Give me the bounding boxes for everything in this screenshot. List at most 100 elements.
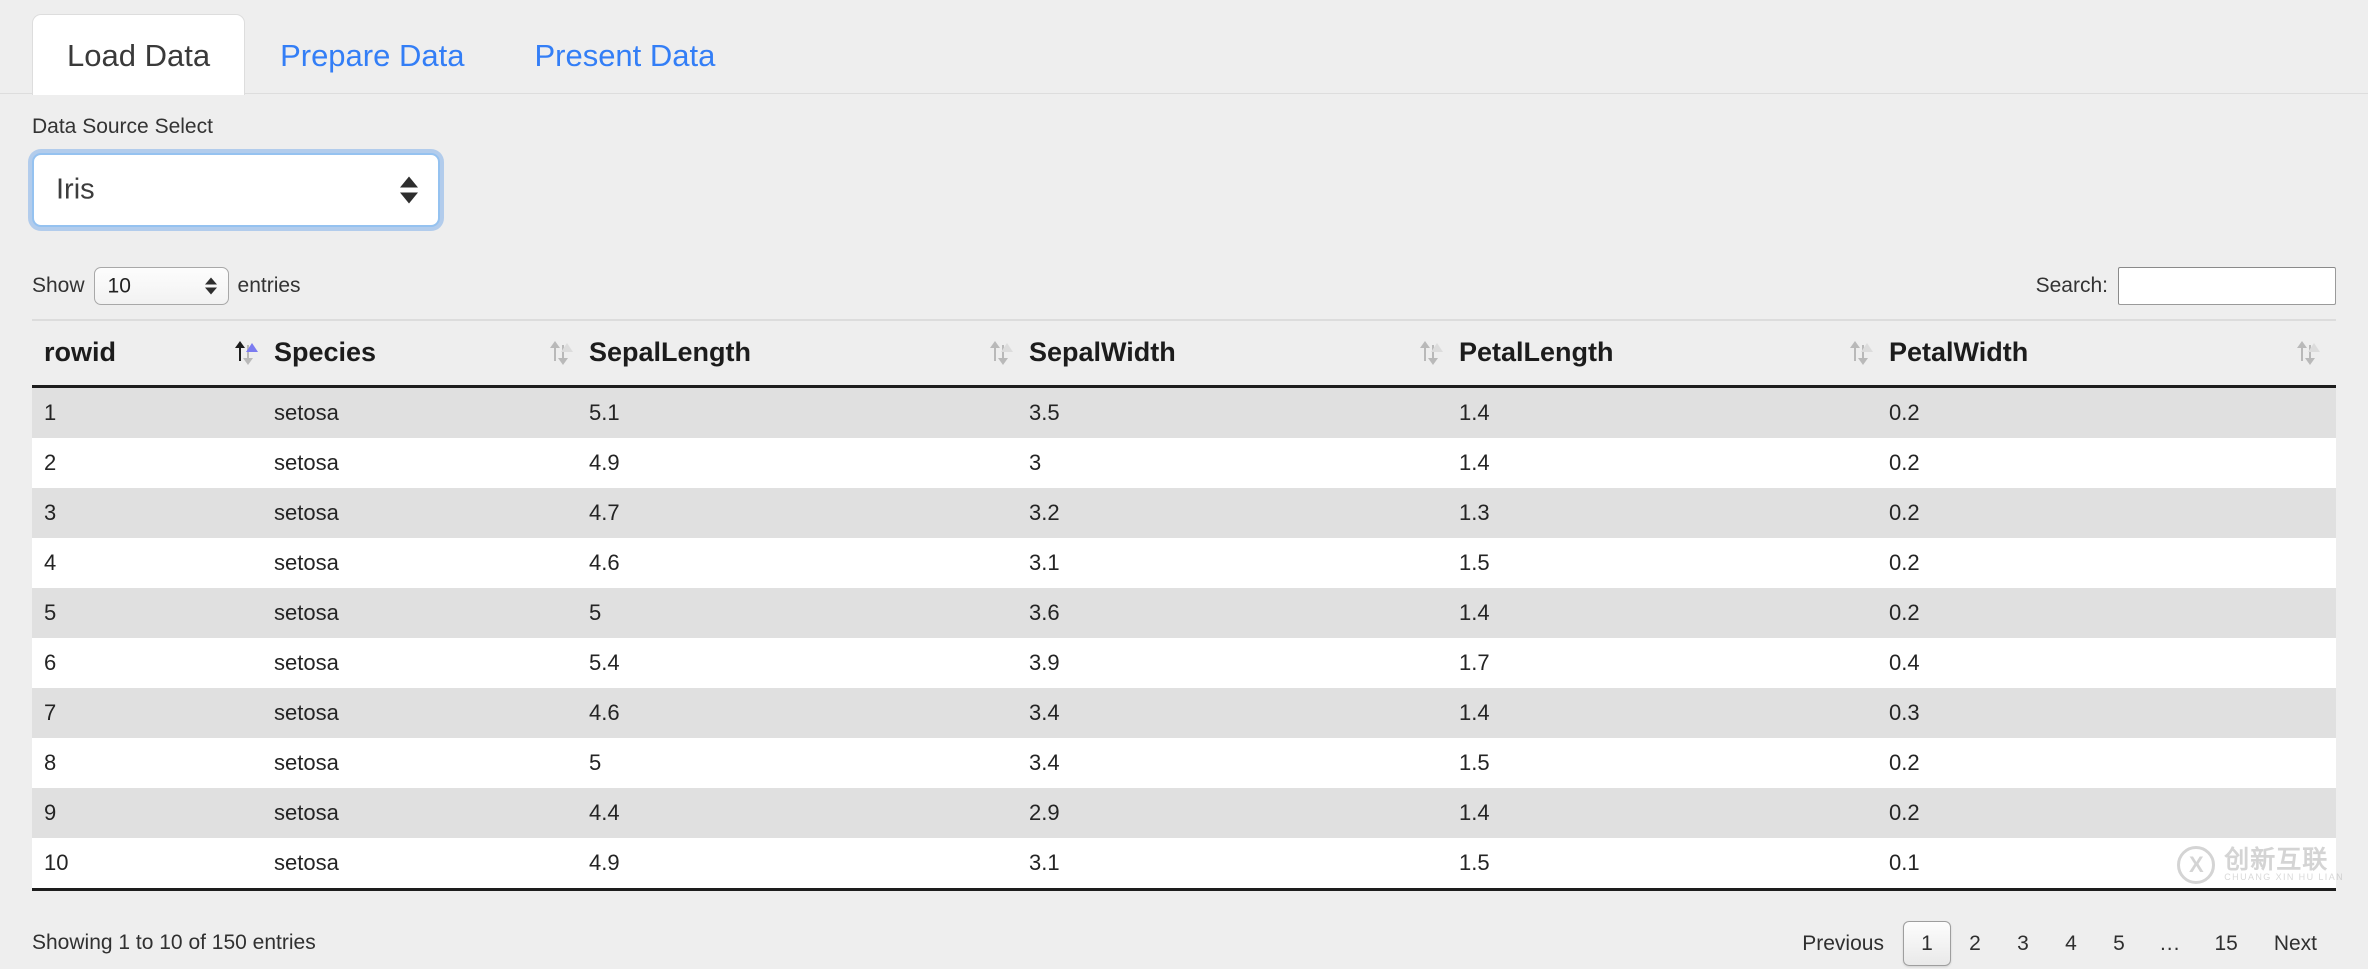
table-toolbar: Show 10 entries Search: — [32, 265, 2336, 307]
data-source-select[interactable]: Iris — [32, 153, 440, 227]
search-input[interactable] — [2118, 267, 2336, 305]
table-cell-petallength: 1.4 — [1459, 688, 1889, 738]
table-cell-petallength: 1.7 — [1459, 638, 1889, 688]
table-info: Showing 1 to 10 of 150 entries — [32, 931, 316, 955]
table-row[interactable]: 10setosa4.93.11.50.1 — [32, 838, 2336, 890]
table-cell-species: setosa — [274, 538, 589, 588]
table-cell-species: setosa — [274, 387, 589, 439]
table-cell-rowid: 7 — [32, 688, 274, 738]
pagination-ellipsis[interactable]: ... — [2143, 921, 2198, 966]
table-cell-species: setosa — [274, 588, 589, 638]
table-cell-rowid: 10 — [32, 838, 274, 890]
cx-logo-icon — [2177, 846, 2215, 884]
table-cell-species: setosa — [274, 638, 589, 688]
page-length-value: 10 — [108, 276, 131, 297]
table-cell-rowid: 3 — [32, 488, 274, 538]
watermark-pinyin: CHUANG XIN HU LIAN — [2224, 873, 2344, 882]
table-head: rowid Species — [32, 320, 2336, 387]
chevron-down-icon — [205, 288, 217, 295]
table-cell-rowid: 8 — [32, 738, 274, 788]
table-cell-petallength: 1.3 — [1459, 488, 1889, 538]
table-header-row: rowid Species — [32, 320, 2336, 387]
table-row[interactable]: 1setosa5.13.51.40.2 — [32, 387, 2336, 439]
table-cell-rowid: 9 — [32, 788, 274, 838]
table-cell-species: setosa — [274, 488, 589, 538]
column-header-sepalwidth[interactable]: SepalWidth — [1029, 320, 1459, 387]
table-cell-sepalwidth: 3 — [1029, 438, 1459, 488]
table-row[interactable]: 5setosa53.61.40.2 — [32, 588, 2336, 638]
column-header-rowid[interactable]: rowid — [32, 320, 274, 387]
column-header-rowid-label: rowid — [44, 337, 116, 368]
table-cell-species: setosa — [274, 738, 589, 788]
table-cell-rowid: 2 — [32, 438, 274, 488]
table-cell-species: setosa — [274, 688, 589, 738]
table-cell-petalwidth: 0.4 — [1889, 638, 2336, 688]
table-row[interactable]: 4setosa4.63.11.50.2 — [32, 538, 2336, 588]
table-cell-sepalwidth: 3.4 — [1029, 738, 1459, 788]
table-row[interactable]: 6setosa5.43.91.70.4 — [32, 638, 2336, 688]
table-cell-sepallength: 4.9 — [589, 838, 1029, 890]
table-cell-petalwidth: 0.2 — [1889, 538, 2336, 588]
column-header-petalwidth-label: PetalWidth — [1889, 337, 2028, 368]
table-cell-petalwidth: 0.2 — [1889, 788, 2336, 838]
table-cell-petalwidth: 0.2 — [1889, 738, 2336, 788]
search-control: Search: — [2036, 267, 2336, 305]
select-stepper-arrows-icon[interactable] — [400, 177, 418, 204]
column-header-petalwidth[interactable]: PetalWidth — [1889, 320, 2336, 387]
table-cell-sepallength: 5.1 — [589, 387, 1029, 439]
table-row[interactable]: 7setosa4.63.41.40.3 — [32, 688, 2336, 738]
pagination: Previous12345...15Next — [1783, 921, 2336, 966]
chevron-up-icon — [205, 278, 217, 285]
column-header-sepallength-label: SepalLength — [589, 337, 751, 368]
table-cell-sepalwidth: 2.9 — [1029, 788, 1459, 838]
tab-present-data[interactable]: Present Data — [499, 14, 750, 94]
watermark: 创新互联 CHUANG XIN HU LIAN — [2177, 846, 2344, 884]
table-cell-sepalwidth: 3.6 — [1029, 588, 1459, 638]
pagination-previous[interactable]: Previous — [1783, 921, 1903, 966]
table-cell-petalwidth: 0.2 — [1889, 387, 2336, 439]
table-row[interactable]: 9setosa4.42.91.40.2 — [32, 788, 2336, 838]
pagination-page-5[interactable]: 5 — [2095, 921, 2143, 966]
table-cell-species: setosa — [274, 438, 589, 488]
table-cell-sepallength: 4.7 — [589, 488, 1029, 538]
table-cell-petalwidth: 0.2 — [1889, 438, 2336, 488]
tab-prepare-data[interactable]: Prepare Data — [245, 14, 499, 94]
table-cell-sepallength: 4.6 — [589, 538, 1029, 588]
table-row[interactable]: 3setosa4.73.21.30.2 — [32, 488, 2336, 538]
table-cell-sepalwidth: 3.1 — [1029, 838, 1459, 890]
iris-data-table: rowid Species — [32, 319, 2336, 891]
column-header-sepalwidth-label: SepalWidth — [1029, 337, 1176, 368]
table-footer: Showing 1 to 10 of 150 entries Previous1… — [32, 917, 2336, 969]
column-header-species[interactable]: Species — [274, 320, 589, 387]
table-cell-sepallength: 5 — [589, 588, 1029, 638]
table-cell-sepallength: 5 — [589, 738, 1029, 788]
tab-prepare-data-label: Prepare Data — [280, 40, 464, 71]
pagination-page-2[interactable]: 2 — [1951, 921, 1999, 966]
pagination-page-3[interactable]: 3 — [1999, 921, 2047, 966]
column-header-sepallength[interactable]: SepalLength — [589, 320, 1029, 387]
data-source-select-value: Iris — [56, 176, 95, 205]
table-cell-sepallength: 4.4 — [589, 788, 1029, 838]
table-body: 1setosa5.13.51.40.22setosa4.931.40.23set… — [32, 387, 2336, 890]
page-length-stepper-icon[interactable] — [205, 278, 217, 295]
tab-present-data-label: Present Data — [534, 40, 715, 71]
entries-label: entries — [238, 274, 301, 298]
tab-load-data[interactable]: Load Data — [32, 14, 245, 95]
column-header-petallength[interactable]: PetalLength — [1459, 320, 1889, 387]
table-cell-petallength: 1.4 — [1459, 438, 1889, 488]
data-source-label: Data Source Select — [32, 116, 2368, 137]
table-cell-petallength: 1.5 — [1459, 838, 1889, 890]
pagination-page-4[interactable]: 4 — [2047, 921, 2095, 966]
pagination-page-15[interactable]: 15 — [2197, 921, 2254, 966]
table-cell-petalwidth: 0.3 — [1889, 688, 2336, 738]
pagination-page-1[interactable]: 1 — [1903, 921, 1951, 966]
table-cell-rowid: 1 — [32, 387, 274, 439]
pagination-next[interactable]: Next — [2255, 921, 2336, 966]
chevron-up-icon — [400, 177, 418, 188]
page-length-select[interactable]: 10 — [94, 267, 229, 305]
table-cell-petalwidth: 0.2 — [1889, 588, 2336, 638]
table-row[interactable]: 2setosa4.931.40.2 — [32, 438, 2336, 488]
table-cell-rowid: 4 — [32, 538, 274, 588]
search-label: Search: — [2036, 274, 2108, 298]
table-row[interactable]: 8setosa53.41.50.2 — [32, 738, 2336, 788]
